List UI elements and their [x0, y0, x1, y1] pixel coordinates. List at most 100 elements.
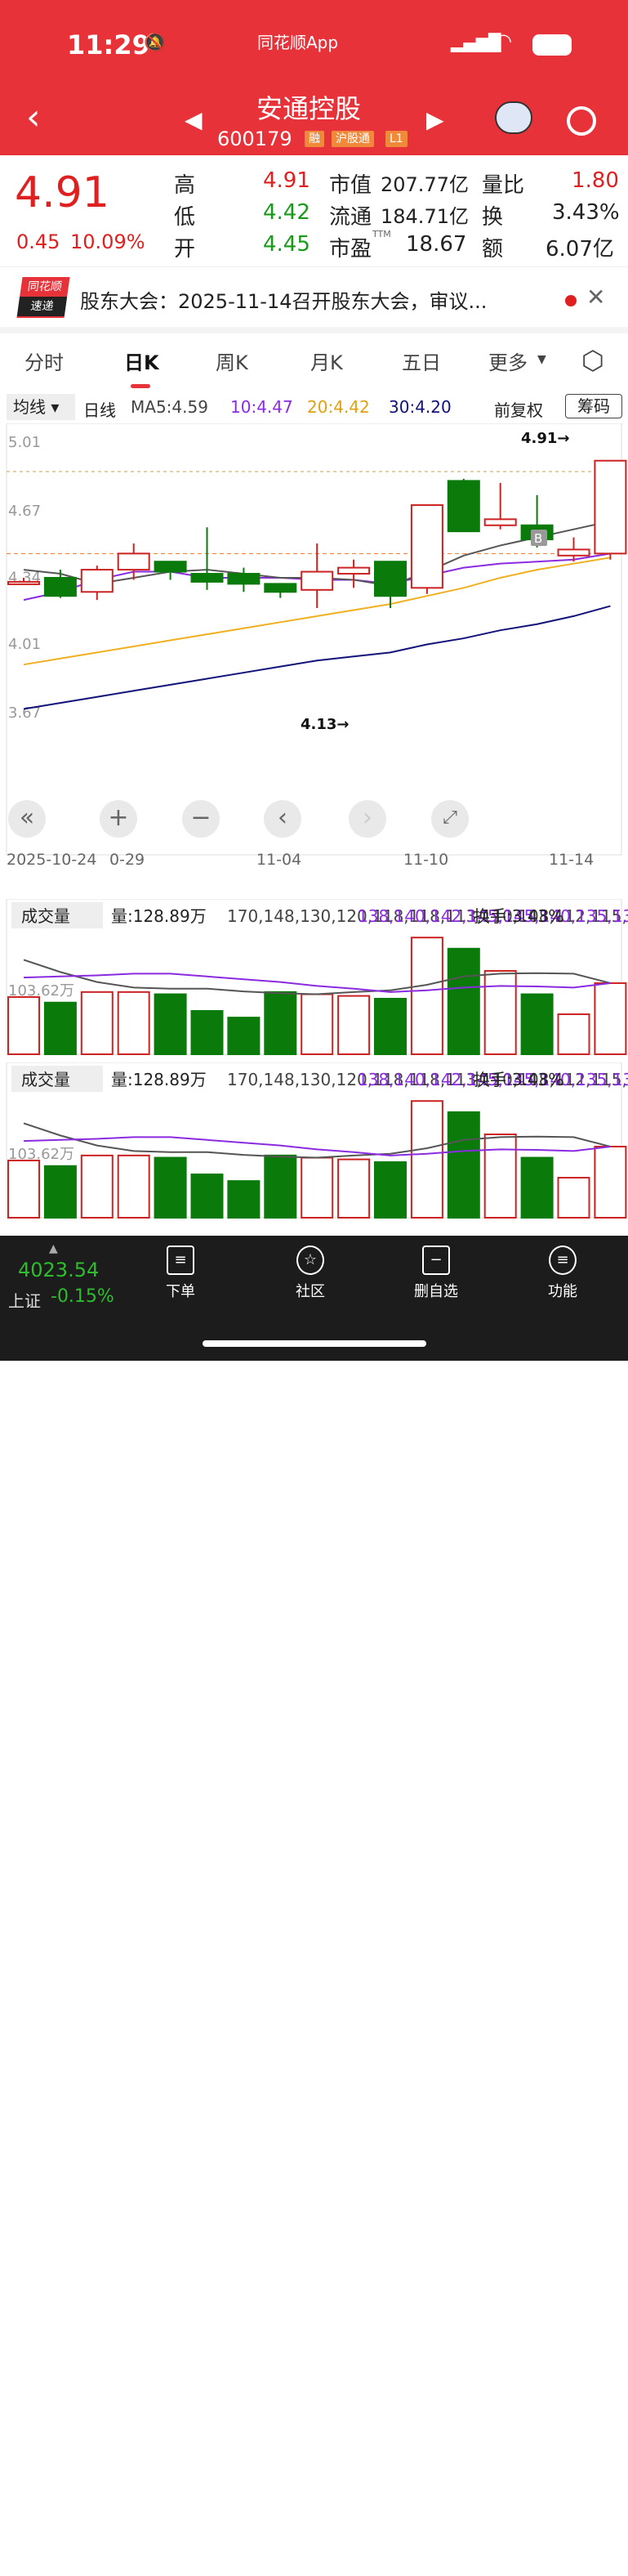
ma20-value: 20:4.42	[307, 397, 370, 417]
battery-icon	[532, 34, 572, 56]
scroll-left-button[interactable]: ‹	[264, 800, 301, 838]
nav-remove-label: 删自选	[414, 1283, 458, 1300]
zoom-out-button[interactable]: −	[182, 800, 220, 838]
functions-menu-icon: ≡	[549, 1246, 577, 1275]
kline-chart[interactable]: 5.014.674.344.013.674.91→4.13→B2025-10-2…	[0, 423, 628, 881]
news-logo-top: 同花顺	[26, 280, 63, 293]
value-high: 4.91	[263, 168, 310, 193]
next-stock-icon[interactable]: ▶	[426, 106, 444, 133]
label-low: 低	[174, 205, 196, 230]
turnover-rate: 换手:3.43%	[474, 906, 563, 926]
close-icon[interactable]: ✕	[586, 284, 605, 311]
volume-ma5-line	[23, 1122, 611, 1159]
news-banner[interactable]: 同花顺 速递 股东大会：2025-11-14召开股东大会，审议... ✕	[0, 266, 628, 329]
margin-badge: 融	[305, 131, 324, 147]
candle-body	[190, 573, 224, 583]
fullscreen-button[interactable]: ⤢	[431, 800, 469, 838]
hk-connect-badge: 沪股通	[332, 131, 374, 147]
tab-5day[interactable]: 五日	[402, 347, 441, 375]
volume-value: 量:128.89万	[111, 906, 207, 926]
ma30-line	[23, 605, 611, 710]
volume-bar	[337, 1158, 371, 1219]
y-tick-label: 4.01	[8, 636, 41, 653]
back-icon[interactable]: ‹	[26, 96, 41, 138]
turnover-rate: 换手:3.43%	[474, 1070, 563, 1089]
index-value[interactable]: 4023.54	[18, 1259, 99, 1281]
prev-stock-icon[interactable]: ◀	[185, 106, 203, 133]
more-caret-icon: ▼	[537, 353, 546, 366]
volume-bar	[301, 993, 334, 1055]
volume-ma10-line	[23, 1136, 611, 1156]
volume-bar	[594, 1145, 627, 1219]
volume-bar	[7, 995, 40, 1055]
price-change-pct: 10.09%	[70, 230, 145, 253]
robot-icon[interactable]	[495, 101, 532, 134]
volume-bar	[264, 991, 297, 1055]
tab-more[interactable]: 更多	[488, 347, 528, 375]
scroll-right-button[interactable]: ›	[349, 800, 386, 838]
candle-body	[227, 573, 261, 585]
news-logo: 同花顺 速递	[16, 277, 70, 318]
candle-body	[117, 552, 150, 571]
nav-order[interactable]: ≡ 下单	[136, 1246, 225, 1301]
volume-bar	[227, 1017, 261, 1055]
label-float: 流通	[329, 205, 372, 230]
label-open: 开	[174, 237, 196, 262]
wifi-icon: ◠	[495, 29, 512, 52]
value-float: 184.71亿	[381, 205, 469, 228]
kline-frame	[6, 423, 622, 856]
volume-bar	[557, 1177, 590, 1219]
scroll-left-far-button[interactable]: «	[8, 800, 46, 838]
volume-chart-1[interactable]: 成交量 量:128.89万 170,148,130,120,118,118,113,…	[0, 899, 628, 1059]
x-axis-label: 11-14	[549, 851, 594, 869]
candle-body	[154, 561, 187, 573]
volume-bar	[447, 1111, 480, 1219]
nav-community-label: 社区	[296, 1283, 325, 1300]
tab-daily[interactable]: 日K	[124, 347, 159, 375]
volume-bar	[117, 1154, 150, 1219]
volume-bar	[410, 937, 443, 1056]
order-doc-icon: ≡	[167, 1246, 194, 1275]
ma-type-select[interactable]: 均线 ▾	[7, 394, 75, 420]
adjust-mode[interactable]: 前复权	[494, 397, 543, 421]
label-turnover: 换	[482, 205, 504, 230]
nav-functions[interactable]: ≡ 功能	[518, 1246, 608, 1301]
volume-bar	[410, 1100, 443, 1219]
volume-indicator-label: 成交量	[21, 1070, 70, 1089]
label-amount: 额	[482, 237, 504, 262]
index-change: -0.15%	[51, 1286, 114, 1307]
value-turnover: 3.43%	[552, 200, 620, 225]
news-logo-bottom: 速递	[16, 297, 68, 316]
candle-body	[80, 569, 114, 593]
x-axis-label: 2025-10-24	[7, 851, 96, 869]
news-text: 股东大会：2025-11-14召开股东大会，审议...	[80, 290, 488, 313]
nav-remove-watchlist[interactable]: − 删自选	[391, 1246, 481, 1301]
search-icon[interactable]	[567, 106, 596, 136]
candle-body	[7, 580, 40, 585]
label-high: 高	[174, 173, 196, 198]
volume-chart-2[interactable]: 成交量 量:128.89万 170,148,130,120,118,118,113,…	[0, 1062, 628, 1223]
candle-body	[301, 570, 334, 591]
volume-bar	[154, 993, 187, 1055]
tab-indicator	[131, 384, 150, 388]
value-volratio: 1.80	[572, 168, 619, 193]
tab-monthly[interactable]: 月K	[310, 347, 343, 375]
candle-body	[264, 583, 297, 593]
status-app: 同花顺App	[257, 33, 339, 52]
zoom-in-button[interactable]: +	[100, 800, 137, 838]
nav-functions-label: 功能	[548, 1283, 577, 1300]
volume-value: 量:128.89万	[111, 1070, 207, 1089]
tab-intraday[interactable]: 分时	[24, 347, 64, 375]
tab-weekly[interactable]: 周K	[216, 347, 248, 375]
divider	[0, 327, 628, 333]
nav-community[interactable]: ☆ 社区	[265, 1246, 355, 1301]
value-low: 4.42	[263, 200, 310, 225]
volume-bar	[374, 998, 407, 1055]
settings-icon[interactable]: ⬡	[581, 345, 604, 376]
candle-body	[337, 566, 371, 575]
value-open: 4.45	[263, 232, 310, 257]
volume-bar	[447, 947, 480, 1055]
chips-button[interactable]: 筹码	[565, 394, 622, 418]
volume-bar	[483, 1134, 517, 1219]
value-amount: 6.07亿	[546, 237, 614, 262]
